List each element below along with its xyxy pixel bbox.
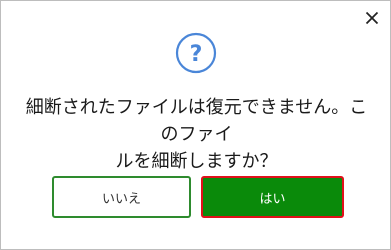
yes-button[interactable]: はい — [201, 176, 344, 218]
no-button-label: いいえ — [101, 191, 141, 207]
message-line-2: ルを細断しますか？ — [115, 151, 278, 172]
close-icon — [365, 11, 379, 25]
confirm-shred-dialog: ? 細断されたファイルは復元できません。このファイ ルを細断しますか？ いいえ … — [0, 0, 391, 250]
dialog-message: 細断されたファイルは復元できません。このファイ ルを細断しますか？ — [23, 94, 370, 175]
yes-button-label: はい — [259, 191, 286, 207]
question-circle-icon: ? — [175, 32, 217, 74]
svg-text:?: ? — [190, 42, 203, 67]
message-line-1: 細断されたファイルは復元できません。このファイ — [25, 97, 368, 145]
no-button[interactable]: いいえ — [52, 176, 191, 218]
close-button[interactable] — [361, 7, 383, 29]
